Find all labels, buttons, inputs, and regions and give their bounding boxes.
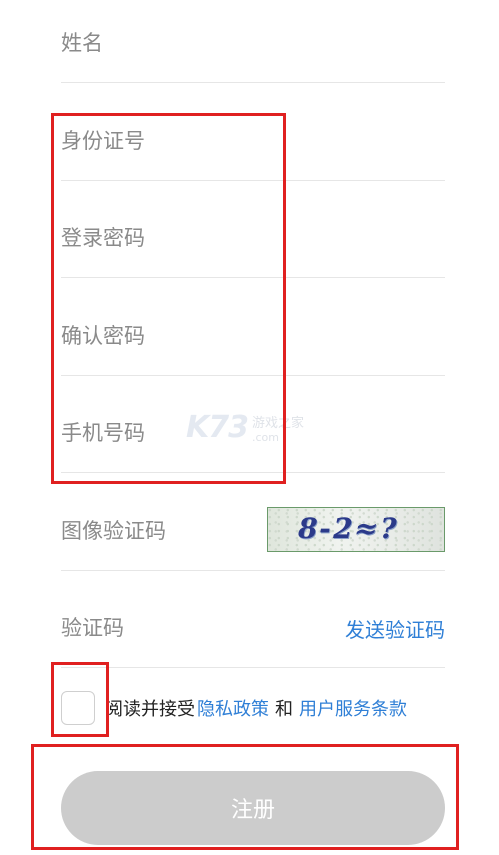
image-captcha-field-row: 8-2≈? xyxy=(61,473,445,571)
registration-form: 8-2≈? 发送验证码 xyxy=(61,0,445,668)
send-code-button[interactable]: 发送验证码 xyxy=(345,614,445,643)
register-button[interactable]: 注册 xyxy=(61,771,445,845)
name-input[interactable] xyxy=(61,28,445,58)
confirm-password-input[interactable] xyxy=(61,320,445,351)
phone-input[interactable] xyxy=(61,418,445,448)
agreement-checkbox[interactable] xyxy=(61,691,95,725)
password-field-row xyxy=(61,181,445,278)
id-number-field-row xyxy=(61,83,445,181)
captcha-code-text: 8-2≈? xyxy=(294,511,402,545)
agreement-row: 阅读并接受 隐私政策 和 用户服务条款 xyxy=(61,690,409,726)
captcha-image[interactable]: 8-2≈? xyxy=(267,506,445,552)
sms-code-input[interactable] xyxy=(61,613,325,643)
privacy-policy-link[interactable]: 隐私政策 xyxy=(197,695,269,721)
id-number-input[interactable] xyxy=(61,125,445,156)
agreement-and: 和 xyxy=(275,699,293,720)
phone-field-row xyxy=(61,376,445,473)
agreement-prefix: 阅读并接受 xyxy=(105,699,195,720)
image-captcha-input[interactable] xyxy=(61,515,255,546)
name-field-row xyxy=(61,0,445,83)
confirm-password-field-row xyxy=(61,278,445,376)
password-input[interactable] xyxy=(61,223,445,253)
sms-code-field-row: 发送验证码 xyxy=(61,571,445,668)
terms-of-service-link[interactable]: 用户服务条款 xyxy=(299,695,407,721)
